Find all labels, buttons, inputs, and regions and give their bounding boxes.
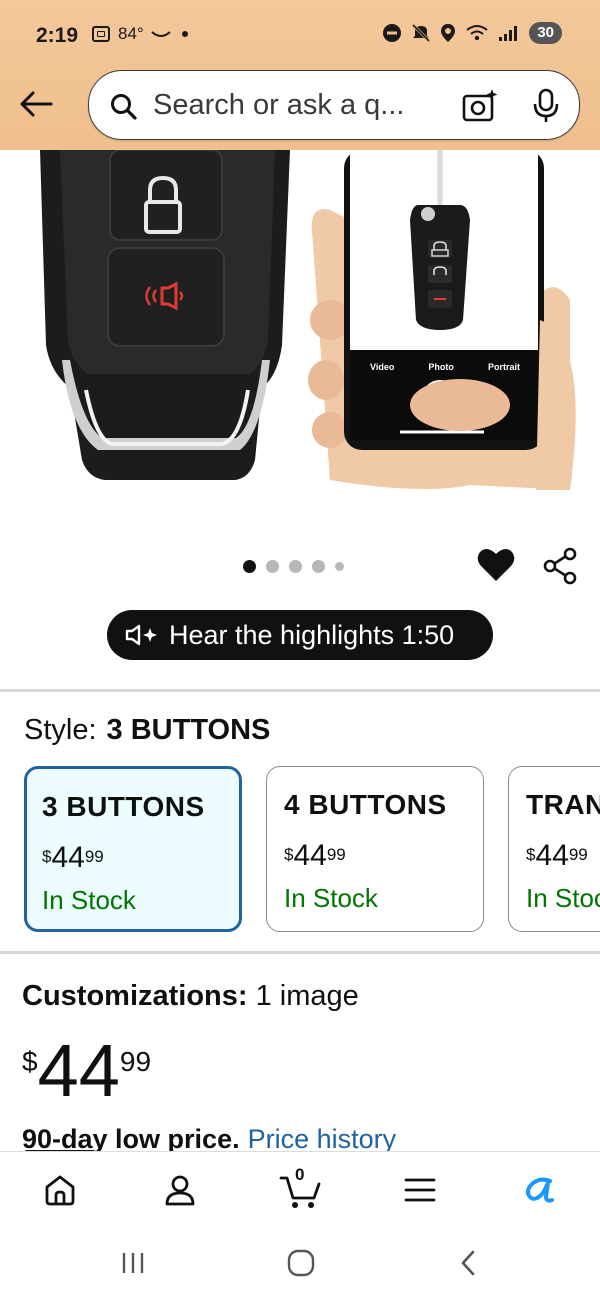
camera-mode-photo: Photo — [428, 362, 454, 372]
rufus-ai-icon — [525, 1177, 554, 1203]
option-stock-status: In Stock — [284, 883, 378, 913]
carousel-dot-active[interactable] — [243, 560, 256, 573]
section-divider — [0, 951, 600, 954]
nav-rufus[interactable] — [518, 1168, 562, 1212]
price-history-link[interactable]: Price history — [248, 1124, 397, 1154]
option-price: $4499 — [526, 839, 588, 872]
notification-dot-icon — [181, 31, 188, 37]
location-icon — [441, 24, 456, 42]
carousel-dot[interactable] — [312, 560, 325, 573]
recents-icon — [122, 1253, 144, 1273]
app-header: 2:19 84° 30 Search or ask a q... — [0, 0, 600, 150]
hear-highlights-label: Hear the highlights 1:50 — [169, 619, 455, 650]
search-icon — [111, 94, 137, 120]
price-currency: $ — [22, 1046, 38, 1077]
customizations-value: 1 image — [255, 980, 359, 1012]
add-to-list-button[interactable] — [476, 546, 516, 589]
screenshot-icon — [92, 26, 110, 42]
back-arrow-icon — [20, 91, 53, 117]
price-fraction: 99 — [119, 1046, 152, 1077]
camera-mode-row: Video Photo Portrait — [370, 362, 520, 372]
home-circle-icon — [287, 1249, 315, 1277]
microphone-icon[interactable] — [531, 87, 561, 125]
style-option-3-buttons[interactable]: 3 BUTTONS $4499 In Stock — [24, 766, 242, 932]
style-label: Style: — [24, 714, 97, 746]
heart-icon — [477, 548, 515, 581]
nav-cart[interactable]: 0 — [278, 1165, 322, 1212]
back-system-button[interactable] — [448, 1246, 488, 1280]
style-option-4-buttons[interactable]: 4 BUTTONS $4499 In Stock — [266, 766, 484, 932]
option-name: TRANSPONDER — [526, 789, 600, 820]
signal-icon — [499, 26, 518, 41]
carousel-dot[interactable] — [266, 560, 279, 573]
option-stock-status: In Stock — [526, 883, 600, 913]
account-icon — [165, 1175, 195, 1206]
back-chevron-icon — [461, 1250, 475, 1276]
section-divider — [0, 689, 600, 692]
hear-highlights-button[interactable]: Hear the highlights 1:50 — [107, 610, 493, 660]
speaker-sparkle-icon — [125, 624, 157, 646]
style-selector-heading: Style: 3 BUTTONS — [24, 714, 270, 747]
status-time: 2:19 — [36, 24, 79, 47]
option-stock-status: In Stock — [42, 885, 136, 915]
share-icon — [543, 547, 577, 585]
wifi-icon — [466, 25, 488, 41]
search-bar[interactable]: Search or ask a q... — [88, 70, 580, 140]
status-temperature: 84° — [118, 24, 144, 43]
option-name: 3 BUTTONS — [42, 791, 205, 822]
weather-icon — [151, 31, 171, 37]
battery-indicator: 30 — [529, 22, 562, 44]
home-icon — [45, 1175, 75, 1206]
product-image — [40, 150, 576, 490]
back-button[interactable] — [16, 84, 56, 124]
carousel-dot[interactable] — [289, 560, 302, 573]
bottom-navigation: 0 — [0, 1151, 600, 1226]
option-price: $4499 — [284, 839, 346, 872]
carousel-dot[interactable] — [335, 562, 344, 571]
camera-mode-video: Video — [370, 362, 395, 372]
customizations-label: Customizations: — [22, 980, 248, 1012]
status-bar: 2:19 84° 30 — [0, 0, 600, 70]
recents-button[interactable] — [113, 1246, 153, 1280]
nav-menu[interactable] — [398, 1168, 442, 1212]
product-image-gallery[interactable]: Video Photo Portrait — [0, 150, 600, 530]
cart-count-badge: 0 — [295, 1165, 305, 1184]
price-whole: 44 — [37, 1029, 120, 1112]
option-price: $4499 — [42, 841, 104, 874]
product-price: $4499 — [22, 1034, 151, 1108]
style-option-transponder[interactable]: TRANSPONDER $4499 In Stock — [508, 766, 600, 932]
customizations-summary: Customizations: 1 image — [22, 980, 359, 1013]
nav-account[interactable] — [158, 1168, 202, 1212]
option-name: 4 BUTTONS — [284, 789, 447, 820]
do-not-disturb-icon — [383, 24, 402, 42]
nav-home[interactable] — [38, 1168, 82, 1212]
home-system-button[interactable] — [281, 1246, 321, 1280]
mute-icon — [412, 23, 431, 43]
style-selected-value: 3 BUTTONS — [106, 714, 271, 746]
camera-search-icon[interactable] — [461, 87, 499, 125]
search-input[interactable]: Search or ask a q... — [153, 89, 443, 122]
system-navigation-bar — [0, 1226, 600, 1300]
menu-icon — [404, 1178, 436, 1202]
share-button[interactable] — [540, 546, 580, 591]
image-carousel-indicator[interactable] — [243, 560, 344, 573]
camera-mode-portrait: Portrait — [487, 362, 520, 372]
